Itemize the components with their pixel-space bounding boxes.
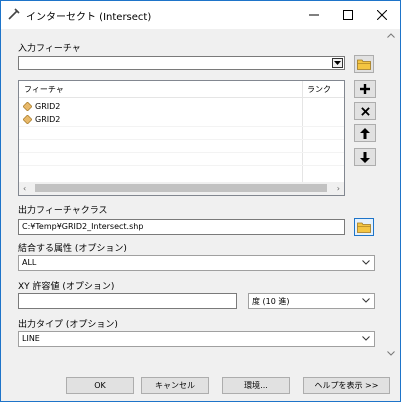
join-attributes-value: ALL xyxy=(22,258,37,267)
chevron-down-icon xyxy=(362,336,370,341)
move-down-icon xyxy=(360,151,370,163)
minimize-button[interactable] xyxy=(297,1,331,29)
scrollbar-thumb[interactable] xyxy=(35,184,327,192)
row-divider xyxy=(19,139,344,140)
add-button[interactable] xyxy=(354,80,376,98)
window-title: インターセクト (Intersect) xyxy=(26,12,152,23)
move-up-button[interactable] xyxy=(354,124,376,142)
list-item[interactable]: GRID2 xyxy=(23,113,60,125)
remove-button[interactable] xyxy=(354,102,376,120)
show-help-button[interactable]: ヘルプを表示 >> xyxy=(303,377,390,394)
xy-tolerance-unit-value: 度 (10 進) xyxy=(252,297,290,306)
xy-tolerance-input[interactable] xyxy=(18,293,237,309)
scroll-down-icon[interactable] xyxy=(387,349,395,358)
join-attributes-select[interactable]: ALL xyxy=(18,255,375,271)
input-features-label: 入力フィーチャ xyxy=(18,44,81,54)
maximize-button[interactable] xyxy=(331,1,365,29)
cancel-button[interactable]: キャンセル xyxy=(141,377,209,394)
xy-tolerance-label: XY 許容値 (オプション) xyxy=(18,282,115,292)
scroll-left-icon[interactable]: ‹ xyxy=(23,184,26,193)
join-attributes-label: 結合する属性 (オプション) xyxy=(18,244,127,254)
title-bar[interactable]: インターセクト (Intersect) xyxy=(1,1,400,29)
intersect-dialog: インターセクト (Intersect) 入力フィーチャ フィーチャ ランク GR… xyxy=(0,0,401,402)
output-type-value: LINE xyxy=(22,334,40,343)
output-path-value: C:¥Temp¥GRID2_Intersect.shp xyxy=(22,222,144,231)
close-button[interactable] xyxy=(365,1,399,29)
chevron-down-icon[interactable] xyxy=(332,58,343,68)
add-icon xyxy=(360,84,370,94)
feature-diamond-icon xyxy=(23,114,32,124)
ok-button[interactable]: OK xyxy=(66,377,134,394)
folder-icon xyxy=(357,222,371,233)
row-divider xyxy=(19,126,344,127)
list-item-name: GRID2 xyxy=(35,101,61,111)
column-divider xyxy=(302,81,303,183)
chevron-down-icon xyxy=(362,298,370,303)
output-type-select[interactable]: LINE xyxy=(18,331,375,347)
chevron-down-icon xyxy=(362,260,370,265)
output-feature-class-input[interactable]: C:¥Temp¥GRID2_Intersect.shp xyxy=(18,219,345,235)
minimize-icon xyxy=(309,14,319,16)
row-divider xyxy=(19,165,344,166)
list-item[interactable]: GRID2 xyxy=(23,100,60,112)
remove-icon xyxy=(360,106,370,116)
list-header: フィーチャ ランク xyxy=(19,81,344,98)
list-item-name: GRID2 xyxy=(35,114,61,124)
column-header-rank[interactable]: ランク xyxy=(307,84,331,95)
scroll-right-icon[interactable]: › xyxy=(337,184,340,193)
output-type-label: 出力タイプ (オプション) xyxy=(18,320,118,330)
browse-input-button[interactable] xyxy=(354,55,374,73)
column-header-feature[interactable]: フィーチャ xyxy=(24,84,64,95)
environments-button[interactable]: 環境... xyxy=(222,377,290,394)
browse-output-button[interactable] xyxy=(354,218,374,236)
feature-diamond-icon xyxy=(23,101,32,111)
maximize-icon xyxy=(343,10,353,20)
horizontal-scrollbar[interactable]: ‹ › xyxy=(19,182,344,195)
row-divider xyxy=(19,152,344,153)
input-features-combo[interactable] xyxy=(18,56,345,70)
input-features-list[interactable]: フィーチャ ランク GRID2 GRID2 ‹ › xyxy=(18,80,345,196)
folder-icon xyxy=(357,59,371,70)
close-icon xyxy=(377,10,387,20)
intersect-tool-icon xyxy=(7,7,21,21)
output-feature-class-label: 出力フィーチャクラス xyxy=(18,206,108,216)
move-down-button[interactable] xyxy=(354,148,376,166)
move-up-icon xyxy=(360,127,370,139)
scroll-up-icon[interactable] xyxy=(387,31,395,40)
xy-tolerance-unit-select[interactable]: 度 (10 進) xyxy=(248,293,375,309)
